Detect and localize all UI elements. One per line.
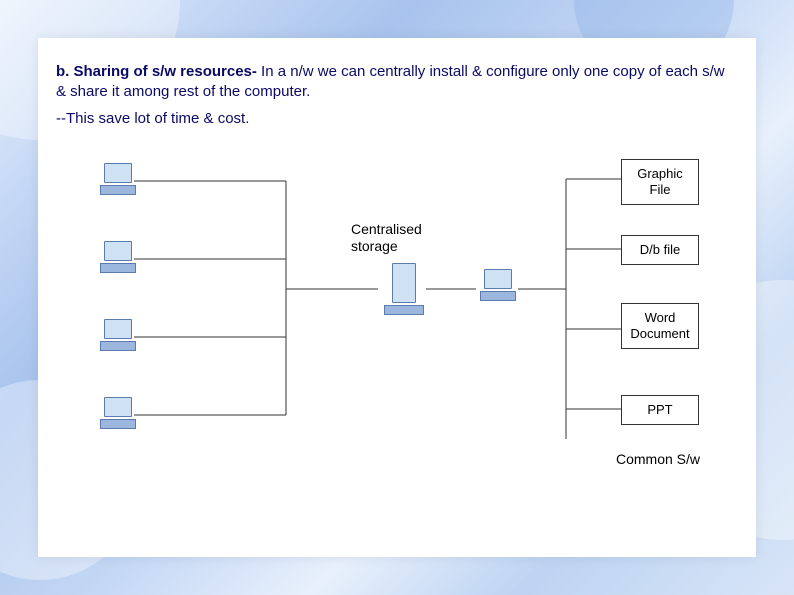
diagram: Centralised storage Graphic File D/b fil… [56, 139, 738, 519]
central-storage-label: Centralised storage [351, 221, 451, 256]
heading-bold: b. Sharing of s/w resources- [56, 63, 257, 80]
computer-icon [100, 319, 136, 353]
file-box-graphic: Graphic File [621, 159, 699, 206]
file-box-db: D/b file [621, 235, 699, 265]
central-storage-icon [382, 263, 426, 313]
common-sw-label: Common S/w [616, 451, 700, 469]
slide-panel: b. Sharing of s/w resources- In a n/w we… [38, 38, 756, 557]
computer-icon [100, 397, 136, 431]
file-box-word: Word Document [621, 303, 699, 350]
computer-icon [100, 163, 136, 197]
heading-line2: --This save lot of time & cost. [56, 109, 738, 129]
computer-icon [100, 241, 136, 275]
heading-paragraph: b. Sharing of s/w resources- In a n/w we… [56, 62, 738, 103]
file-box-ppt: PPT [621, 395, 699, 425]
computer-icon [480, 269, 516, 303]
